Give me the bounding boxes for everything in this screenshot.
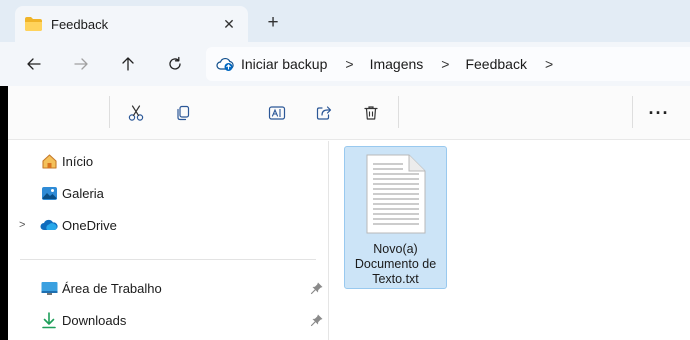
command-separator [109, 96, 110, 128]
arrow-left-icon [27, 58, 41, 70]
rename-button[interactable] [262, 98, 292, 128]
file-name: Novo(a) Documento de Texto.txt [354, 242, 437, 286]
command-separator [398, 96, 399, 128]
cloud-backup-icon [216, 58, 234, 71]
sidebar-item-downloads[interactable]: Downloads [8, 305, 329, 335]
address-bar[interactable]: Iniciar backup > Imagens > Feedback > [206, 47, 690, 81]
navigation-pane: Início Galeria > OneDrive Área de Trabal… [8, 141, 329, 340]
arrow-right-icon [74, 58, 88, 70]
forward-button[interactable] [67, 50, 95, 78]
gallery-icon [40, 184, 58, 202]
sidebar-divider [20, 259, 316, 260]
tab-strip: Feedback ✕ + [0, 0, 690, 42]
file-item[interactable]: Novo(a) Documento de Texto.txt [344, 146, 447, 289]
sidebar-item-label: Downloads [62, 312, 127, 328]
breadcrumb-imagens[interactable]: Imagens [370, 56, 424, 72]
breadcrumb-separator-icon[interactable]: > [345, 56, 353, 72]
explorer-window: ··· Início Galeria > OneDrive Área de Tr… [8, 86, 690, 340]
command-bar: ··· [8, 86, 690, 140]
downloads-icon [40, 311, 58, 329]
breadcrumb-separator-icon[interactable]: > [441, 56, 449, 72]
sidebar-item-inicio[interactable]: Início [8, 146, 329, 176]
folder-icon [25, 17, 42, 31]
desktop-icon [40, 279, 58, 297]
copy-button[interactable] [168, 98, 198, 128]
back-button[interactable] [20, 50, 48, 78]
sidebar-item-label: Início [62, 153, 94, 169]
refresh-icon [169, 56, 181, 70]
home-icon [40, 152, 58, 170]
rename-icon [268, 106, 286, 120]
sidebar-item-onedrive[interactable]: > OneDrive [8, 210, 329, 240]
pane-divider[interactable] [328, 141, 329, 340]
pin-icon[interactable] [310, 281, 324, 295]
command-separator [632, 96, 633, 128]
breadcrumb-separator-icon[interactable]: > [545, 56, 553, 72]
more-options-button[interactable]: ··· [644, 98, 674, 128]
tab-title: Feedback [51, 16, 109, 32]
tab-feedback[interactable]: Feedback ✕ [15, 6, 248, 42]
share-button[interactable] [309, 98, 339, 128]
new-tab-button[interactable]: + [262, 12, 284, 34]
cut-icon [128, 105, 144, 121]
chevron-right-icon[interactable]: > [19, 219, 25, 231]
sidebar-item-label: Área de Trabalho [62, 280, 162, 296]
copy-icon [177, 105, 190, 121]
breadcrumb-feedback[interactable]: Feedback [465, 56, 526, 72]
arrow-up-icon [122, 57, 134, 71]
sidebar-item-galeria[interactable]: Galeria [8, 178, 329, 208]
share-icon [316, 106, 332, 120]
close-tab-icon[interactable]: ✕ [220, 15, 238, 33]
onedrive-icon [40, 216, 58, 234]
cut-button[interactable] [121, 98, 151, 128]
sidebar-item-label: Galeria [62, 185, 104, 201]
pin-icon[interactable] [310, 313, 324, 327]
text-document-icon [366, 154, 426, 234]
sidebar-item-label: OneDrive [62, 217, 117, 233]
delete-icon [364, 106, 378, 120]
up-button[interactable] [114, 50, 142, 78]
breadcrumb-backup[interactable]: Iniciar backup [241, 56, 327, 72]
sidebar-item-area-de-trabalho[interactable]: Área de Trabalho [8, 273, 329, 303]
delete-button[interactable] [356, 98, 386, 128]
refresh-button[interactable] [161, 50, 189, 78]
navigation-bar: Iniciar backup > Imagens > Feedback > [0, 42, 690, 86]
